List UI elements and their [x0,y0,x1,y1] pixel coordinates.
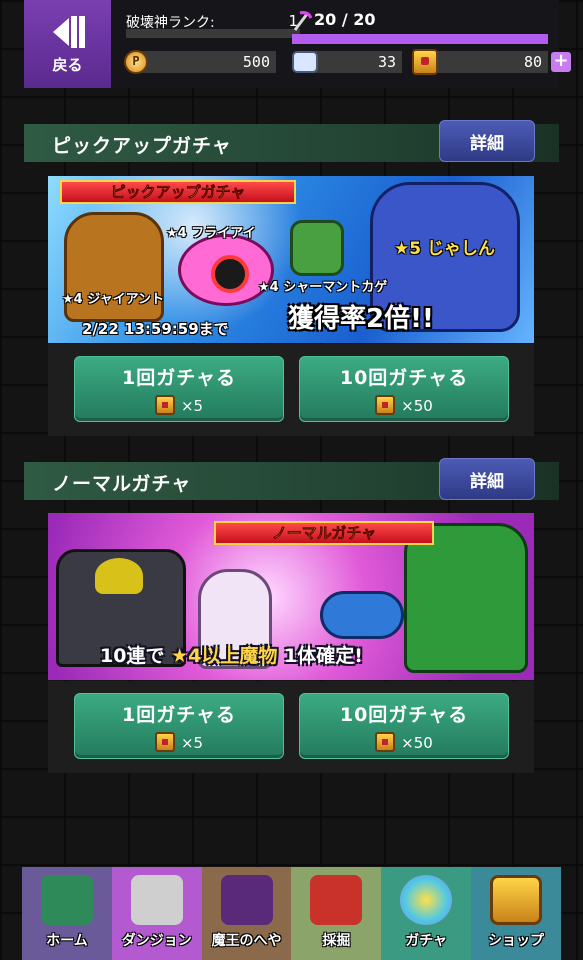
points-value: 500 [242,53,270,71]
pickup-ten-draw-button[interactable]: 10回ガチャる ×50 [299,356,509,422]
rank-progress-bar [126,29,300,38]
normal-banner-tag: ノーマルガチャ [214,521,434,545]
pickup-detail-button[interactable]: 詳細 [439,120,535,162]
pickup-ten-cost-value: ×50 [401,397,433,415]
shaman-lizard-label: ★4 シャーマントカゲ [258,280,388,295]
normal-detail-button[interactable]: 詳細 [439,458,535,500]
back-button[interactable]: 戻る [24,0,111,88]
pickup-single-draw-button[interactable]: 1回ガチャる ×5 [74,356,284,422]
pickup-ten-cost: ×50 [300,395,508,415]
miner-icon [310,875,363,925]
stamina-bar [292,34,548,44]
nav-label-gacha: ガチャ [405,933,448,949]
points-display: P 500 [124,50,276,74]
guarantee-suffix: 1体確定! [283,645,363,667]
pickup-single-cost: ×5 [75,395,283,415]
giant-label: ★4 ジャイアント [62,292,165,307]
jashin-label: ★5 じゃしん [394,239,495,259]
nav-label-demon-lord-room: 魔王のへや [211,933,282,949]
medal-icon [154,732,175,752]
nav-item-mining[interactable]: 採掘 [291,867,382,960]
pickup-ten-label: 10回ガチャる [339,367,469,389]
nav-item-dungeon[interactable]: ダンジョン [111,867,202,960]
medals-value: 80 [523,53,542,71]
normal-button-panel: 1回ガチャる ×5 10回ガチャる ×50 [48,681,534,773]
blue-serpent-monster-image [320,591,404,639]
fly-eye-label: ★4 フライアイ [166,226,256,241]
bottom-nav: ホーム ダンジョン 魔王のへや 採掘 ガチャ ショップ [22,867,561,960]
normal-section-title: ノーマルガチャ [52,473,192,495]
guarantee-highlight: ★4以上魔物 [171,645,278,667]
normal-ten-draw-button[interactable]: 10回ガチャる ×50 [299,693,509,759]
normal-single-cost: ×5 [75,732,283,752]
guarantee-prefix: 10連で [100,645,165,667]
normal-guarantee-text: 10連で ★4以上魔物 1体確定! [100,641,363,668]
pickup-single-cost-value: ×5 [180,397,204,415]
pickup-section-header: ピックアップガチャ 詳細 [24,120,559,162]
demon-lord-icon [220,875,273,925]
normal-ten-cost-value: ×50 [401,734,433,752]
normal-single-draw-button[interactable]: 1回ガチャる ×5 [74,693,284,759]
dragon-icon [40,875,93,925]
nav-label-home: ホーム [46,933,88,949]
fly-eye-monster-image [178,234,274,306]
medal-icon [375,395,396,415]
medal-icon [375,732,396,752]
swords-icon [130,875,183,925]
pickup-deadline: 2/22 13:59:59まで [82,320,229,338]
pickaxe-icon [293,11,312,31]
green-dragon-monster-image [404,523,528,673]
back-arrow-icon [52,15,85,48]
shop-medal-icon [490,875,543,925]
pickup-gacha-banner[interactable]: ピックアップガチャ ★4 ジャイアント ★4 フライアイ ★4 シャーマントカゲ… [48,176,534,343]
gacha-orb-icon [400,875,453,925]
pickup-section-title: ピックアップガチャ [52,135,232,157]
nav-label-dungeon: ダンジョン [121,933,192,949]
nav-item-shop[interactable]: ショップ [471,867,561,960]
nav-label-shop: ショップ [488,933,545,949]
normal-ten-label: 10回ガチャる [339,704,469,726]
normal-gacha-banner[interactable]: ノーマルガチャ 10連で ★4以上魔物 1体確定! [48,513,534,680]
normal-ten-cost: ×50 [300,732,508,752]
pickup-rate-text: 獲得率2倍!! [288,304,434,334]
pickup-banner-tag: ピックアップガチャ [60,180,296,204]
nav-item-demon-lord-room[interactable]: 魔王のへや [201,867,292,960]
pickup-button-panel: 1回ガチャる ×5 10回ガチャる ×50 [48,344,534,436]
tickets-value: 33 [377,53,396,71]
normal-single-cost-value: ×5 [180,734,204,752]
shaman-lizard-monster-image [290,220,344,276]
rank-display: 破壊神ランク: 1 [126,10,300,40]
stamina-display: 20 / 20 [292,8,548,44]
nav-item-home[interactable]: ホーム [22,867,112,960]
pickup-single-label: 1回ガチャる [121,367,237,389]
tickets-display: 33 [292,51,402,73]
medals-display: 80 [412,49,548,75]
status-header: 戻る 破壊神ランク: 1 20 / 20 P 500 33 80 + [24,0,571,88]
p-coin-icon: P [124,50,148,74]
add-medals-button[interactable]: + [551,52,571,72]
stamina-bar-fill [292,34,548,44]
nav-label-mining: 採掘 [322,933,351,949]
stamina-text: 20 / 20 [314,10,376,29]
ticket-icon [292,51,318,73]
medal-icon [412,49,438,75]
normal-single-label: 1回ガチャる [121,704,237,726]
back-label: 戻る [52,55,83,74]
normal-section-header: ノーマルガチャ 詳細 [24,458,559,500]
medal-icon [154,395,175,415]
nav-item-gacha[interactable]: ガチャ [381,867,472,960]
